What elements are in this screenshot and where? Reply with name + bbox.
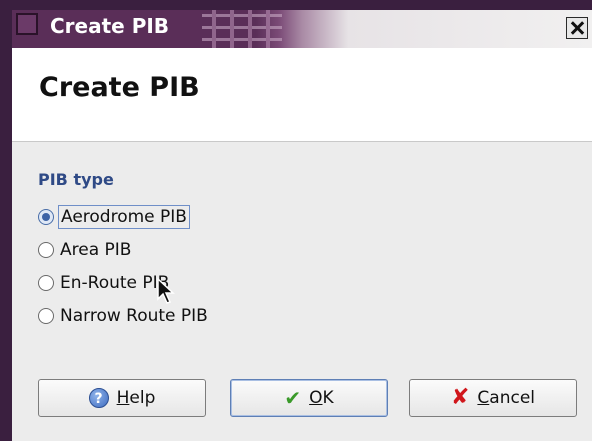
radio-en-route-pib[interactable]: En-Route PIB	[38, 270, 169, 296]
page-title: Create PIB	[39, 72, 200, 103]
radio-aerodrome-pib[interactable]: Aerodrome PIB	[38, 204, 190, 230]
mouse-pointer-icon	[157, 277, 175, 304]
close-icon[interactable]	[566, 17, 588, 39]
cancel-button-label: Cancel	[477, 388, 536, 408]
radio-label: Aerodrome PIB	[58, 205, 190, 229]
window-title: Create PIB	[50, 14, 170, 38]
help-button[interactable]: ? Help	[38, 379, 206, 417]
ok-button-label: OK	[309, 388, 334, 408]
dialog-header: Create PIB	[12, 48, 592, 142]
radio-label: En-Route PIB	[60, 273, 170, 293]
help-icon: ?	[88, 388, 109, 408]
cancel-button[interactable]: ✘ Cancel	[409, 379, 577, 417]
radio-label: Area PIB	[60, 240, 132, 260]
window-menu-icon[interactable]	[16, 13, 38, 35]
radio-button[interactable]	[38, 308, 54, 324]
radio-narrow-route-pib[interactable]: Narrow Route PIB	[38, 303, 208, 329]
cancel-x-icon: ✘	[450, 385, 470, 410]
radio-area-pib[interactable]: Area PIB	[38, 237, 131, 263]
checkmark-icon: ✔	[284, 386, 302, 410]
radio-button[interactable]	[38, 275, 54, 291]
radio-label: Narrow Route PIB	[60, 306, 208, 326]
radio-button-checked[interactable]	[38, 209, 54, 225]
help-button-label: Help	[116, 388, 156, 408]
radio-button[interactable]	[38, 242, 54, 258]
ok-button[interactable]: ✔ OK	[230, 379, 388, 417]
title-bar-decoration	[202, 10, 282, 48]
pib-type-label: PIB type	[38, 170, 114, 189]
dialog-window: Create PIB Create PIB PIB type Aerodrome…	[0, 0, 592, 441]
